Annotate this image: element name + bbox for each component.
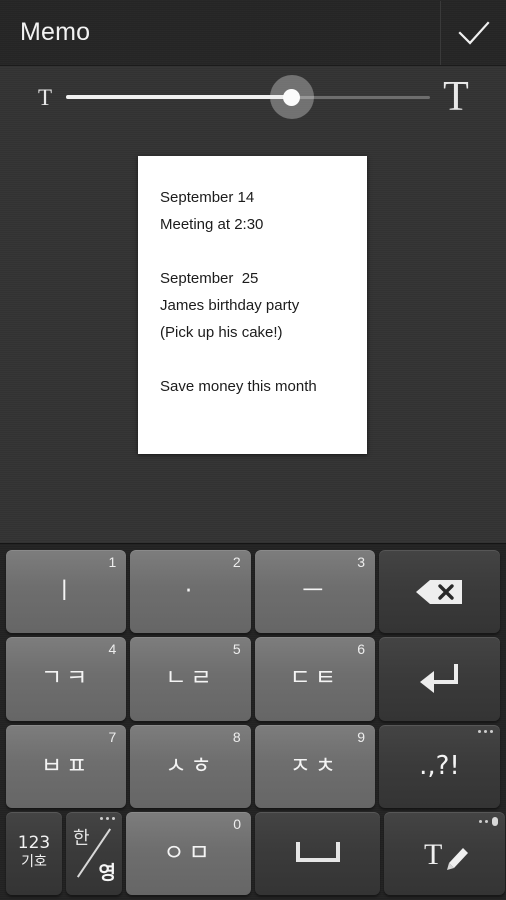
font-size-slider-area: T T [0,66,506,128]
key-enter[interactable] [378,637,500,721]
key-label: ㄴㄹ [165,665,216,692]
font-size-max-label: T [443,74,469,120]
memo-line: James birthday party [160,297,300,314]
title-bar: Memo [0,0,506,66]
key-backspace[interactable] [378,550,500,634]
key-number-label: 3 [357,554,365,570]
page-title: Memo [20,18,91,46]
key-label-group: 123 기호 [18,834,50,872]
key-label: ㄱㅋ [41,665,92,692]
key-label: ㅅㅎ [165,752,216,779]
key-dot[interactable]: · 2 [130,550,251,634]
keyboard-row-2: ㄱㅋ 4 ㄴㄹ 5 ㄷㅌ 6 [6,637,500,721]
enter-icon [416,662,462,696]
memo-line-blank [160,238,349,265]
key-number-label: 5 [232,641,241,658]
key-number-label: 1 [108,554,117,570]
memo-line: Save money this month [160,378,317,395]
key-label: ㅂㅍ [41,752,92,779]
key-digeut-tieut[interactable]: ㄷㅌ 6 [254,637,375,721]
check-icon [454,18,494,48]
key-label: ㅡ [302,578,328,605]
memo-paper[interactable]: September 14 Meeting at 2:30 September 2… [138,156,367,454]
memo-line: September 14 [160,189,255,206]
key-label: .,?! [419,751,460,782]
svg-text:T: T [424,838,442,871]
key-number-label: 7 [108,728,117,745]
language-toggle-graphic: 한 영 [66,812,122,895]
key-label: 123 [17,833,51,854]
voice-input-icon [479,816,498,826]
handwriting-icon: T [416,833,474,873]
save-done-button[interactable] [440,0,506,65]
key-label: ㅈㅊ [289,752,340,779]
key-sublabel: 영 [98,862,116,884]
key-language-toggle[interactable]: 한 영 [66,811,122,895]
key-jieut-chieut[interactable]: ㅈㅊ 9 [254,724,375,808]
keyboard-row-3: ㅂㅍ 7 ㅅㅎ 8 ㅈㅊ 9 .,?! [6,724,500,808]
memo-line: (Pick up his cake!) [160,324,283,341]
key-handwriting-voice[interactable]: T [384,811,505,895]
microphone-icon [492,816,498,826]
font-size-min-label: T [37,84,53,110]
font-size-slider[interactable] [66,75,430,119]
key-punctuation[interactable]: .,?! [378,724,500,808]
key-number-label: 8 [232,728,241,745]
keyboard-row-1: ㅣ 1 · 2 ㅡ 3 [6,550,500,634]
memo-line: Meeting at 2:30 [160,216,264,233]
key-ieung-mieum[interactable]: ㅇㅁ 0 [126,811,251,895]
key-number-label: 0 [233,815,241,832]
korean-keyboard: ㅣ 1 · 2 ㅡ 3 ㄱㅋ 4 ㄴㄹ 5 ㄷㅌ 6 ㅂㅍ 7 ㅅㅎ 8 ㅈㅊ … [0,543,506,900]
key-space[interactable] [255,811,380,895]
key-label: · [184,578,197,605]
key-horizontal-stroke[interactable]: ㅡ 3 [254,550,375,634]
key-siot-hieut[interactable]: ㅅㅎ 8 [130,724,251,808]
slider-track-filled [66,95,292,99]
key-label: ㅇㅁ [163,839,214,866]
memo-line: September 25 [160,270,259,287]
key-number-label: 2 [232,554,241,570]
key-number-label: 6 [357,641,365,658]
key-bieup-pieup[interactable]: ㅂㅍ 7 [6,724,127,808]
key-label: 한 [73,827,90,849]
key-vertical-stroke[interactable]: ㅣ 1 [6,550,127,634]
memo-app-screen: Memo T T September 14 Meeting at 2:30 Se… [0,0,506,900]
backspace-icon [412,577,466,607]
more-options-dots-icon [100,816,115,820]
memo-canvas: September 14 Meeting at 2:30 September 2… [0,128,506,543]
more-options-dots-icon [477,729,493,733]
memo-line-blank [160,346,349,373]
key-label: ㄷㅌ [289,665,340,692]
key-number-label: 9 [357,728,365,745]
key-giyeok-kieuk[interactable]: ㄱㅋ 4 [6,637,127,721]
key-label: ㅣ [53,578,79,605]
key-number-label: 4 [108,641,117,658]
slider-thumb[interactable] [283,88,301,106]
key-numbers-symbols[interactable]: 123 기호 [6,811,62,895]
keyboard-row-4: 123 기호 한 영 ㅇㅁ 0 T [6,811,505,895]
space-icon [292,840,344,866]
key-nieun-rieul[interactable]: ㄴㄹ 5 [130,637,251,721]
key-sublabel: 기호 [21,854,47,871]
